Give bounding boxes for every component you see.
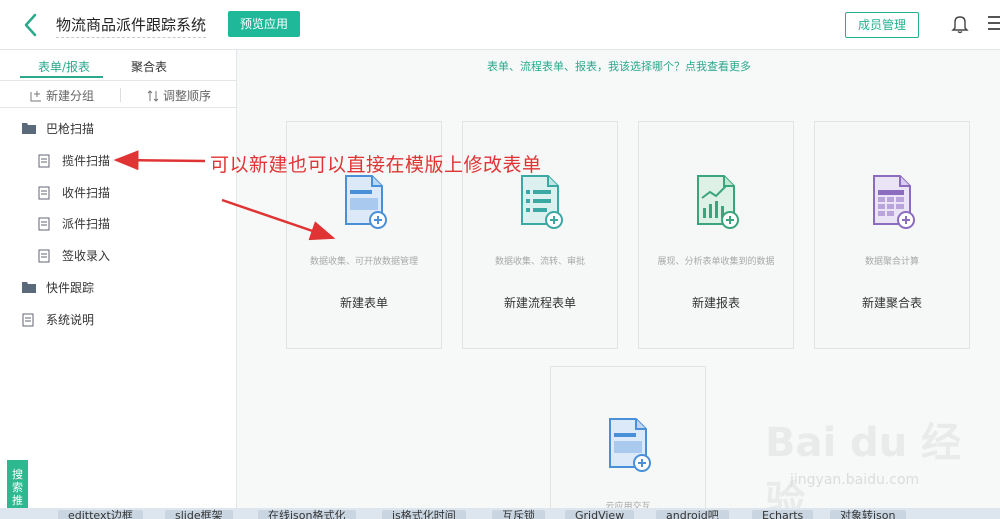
watermark-url: jingyan.baidu.com — [790, 472, 920, 488]
aggregate-icon — [868, 174, 916, 230]
tree-item-system-notes[interactable]: 系统说明 — [22, 311, 94, 328]
document-icon — [22, 313, 36, 327]
sort-order-label: 调整顺序 — [163, 89, 212, 103]
cloud-app-icon — [604, 417, 652, 473]
sort-icon — [147, 89, 159, 102]
tab-aggregate[interactable]: 聚合表 — [131, 58, 167, 75]
document-icon — [38, 217, 52, 231]
card-label: 新建聚合表 — [861, 296, 922, 310]
report-icon — [692, 174, 740, 230]
sort-order-button[interactable]: 调整顺序 — [147, 87, 211, 104]
folder-icon — [22, 122, 36, 136]
tag-chip[interactable]: 对象转json — [830, 510, 906, 519]
tree-item-label: 收件扫描 — [62, 186, 111, 200]
add-group-icon — [30, 90, 42, 102]
app-root: 物流商品派件跟踪系统 预览应用 成员管理 表单/报表 聚合表 新建分组 调整顺序… — [0, 0, 1000, 519]
tree-item-label: 快件跟踪 — [46, 281, 95, 295]
new-report-card[interactable]: 展现、分析表单收集到的数据 新建报表 — [638, 121, 794, 349]
flow-form-icon — [516, 174, 564, 230]
form-icon — [340, 174, 388, 230]
menu-icon[interactable] — [988, 16, 1000, 32]
preview-app-button[interactable]: 预览应用 — [228, 11, 300, 37]
tree-item-label: 揽件扫描 — [62, 154, 111, 168]
search-widget[interactable]: 搜索推 — [7, 460, 28, 512]
tree-item-label: 派件扫描 — [62, 217, 111, 231]
tree-folder-barcode-scan[interactable]: 巴枪扫描 — [22, 120, 94, 137]
card-description: 展现、分析表单收集到的数据 — [657, 257, 775, 267]
tree-item-pickup-scan[interactable]: 揽件扫描 — [38, 152, 110, 169]
tree-item-label: 签收录入 — [62, 249, 111, 263]
tag-chip[interactable]: js格式化时间 — [382, 510, 466, 519]
tag-chip[interactable]: GridView — [565, 510, 635, 519]
tree-item-dispatch-scan[interactable]: 派件扫描 — [38, 215, 110, 232]
document-icon — [38, 249, 52, 263]
card-label: 新建流程表单 — [503, 296, 576, 310]
tag-chip[interactable]: edittext边框 — [58, 510, 143, 519]
tab-forms-reports[interactable]: 表单/报表 — [38, 58, 90, 75]
card-description: 数据收集、流转、审批 — [494, 257, 585, 267]
tree-item-label: 系统说明 — [46, 313, 95, 327]
card-description: 数据收集、可开放数据管理 — [309, 257, 418, 267]
sidebar-tabs: 表单/报表 聚合表 — [0, 50, 237, 80]
top-bar: 物流商品派件跟踪系统 预览应用 成员管理 — [0, 0, 1000, 50]
tag-chip[interactable]: android吧 — [656, 510, 729, 519]
new-aggregate-card[interactable]: 数据聚合计算 新建聚合表 — [814, 121, 970, 349]
tag-chip[interactable]: Echarts — [752, 510, 814, 519]
tag-chip[interactable]: 在线json格式化 — [258, 510, 356, 519]
new-group-button[interactable]: 新建分组 — [30, 87, 94, 104]
member-management-button[interactable]: 成员管理 — [845, 12, 919, 38]
annotation-text: 可以新建也可以直接在模版上修改表单 — [210, 154, 542, 176]
tree-item-label: 巴枪扫描 — [46, 122, 95, 136]
card-label: 新建表单 — [339, 296, 388, 310]
tree-item-sign-entry[interactable]: 签收录入 — [38, 247, 110, 264]
tree-item-receive-scan[interactable]: 收件扫描 — [38, 184, 110, 201]
toolbar-separator — [120, 88, 121, 102]
tree-folder-express-tracking[interactable]: 快件跟踪 — [22, 279, 94, 296]
document-icon — [38, 186, 52, 200]
tag-chip[interactable]: slide框架 — [165, 510, 233, 519]
sidebar-toolbar: 新建分组 调整顺序 — [0, 81, 237, 108]
cloud-app-card[interactable]: 云应用交互 — [550, 366, 706, 519]
app-title[interactable]: 物流商品派件跟踪系统 — [56, 14, 207, 38]
bottom-tag-strip: edittext边框 slide框架 在线json格式化 js格式化时间 互斥锁… — [0, 508, 1000, 519]
back-arrow-icon[interactable] — [20, 12, 42, 38]
folder-icon — [22, 281, 36, 295]
sidebar: 表单/报表 聚合表 新建分组 调整顺序 巴枪扫描 揽件扫描 收件扫描 派件扫描 … — [0, 50, 237, 519]
new-group-label: 新建分组 — [46, 89, 95, 103]
help-link[interactable]: 表单、流程表单、报表，我该选择哪个？点我查看更多 — [487, 58, 751, 74]
document-icon — [38, 154, 52, 168]
card-label: 新建报表 — [691, 296, 740, 310]
active-tab-indicator — [20, 76, 103, 78]
bell-icon[interactable] — [951, 14, 969, 34]
baidu-watermark: Bai du 经验 — [765, 420, 962, 519]
card-description: 数据聚合计算 — [864, 257, 919, 267]
tag-chip[interactable]: 互斥锁 — [492, 510, 545, 519]
